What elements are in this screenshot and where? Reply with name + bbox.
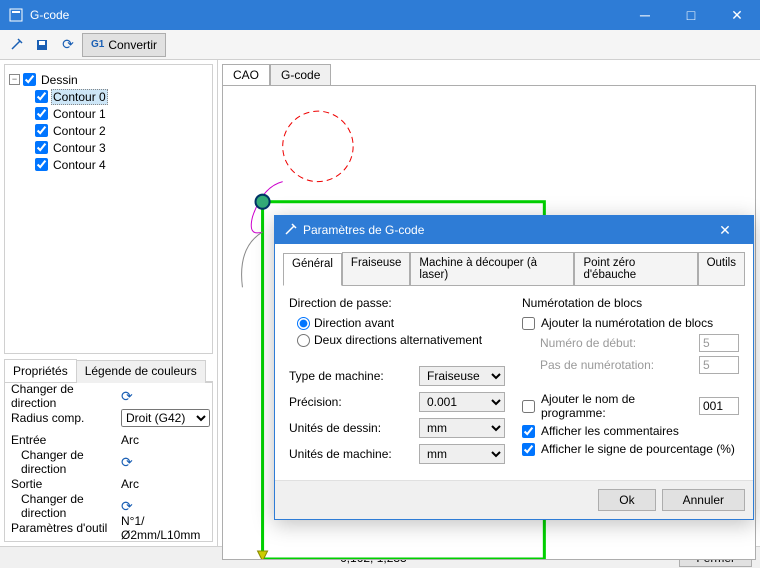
dialog-tab-zero[interactable]: Point zéro d'ébauche <box>574 252 697 285</box>
precision-label: Précision: <box>289 395 419 409</box>
prop-key: Changer de direction <box>7 492 117 520</box>
refresh-icon[interactable]: ⟳ <box>121 498 133 515</box>
tab-properties[interactable]: Propriétés <box>4 359 77 382</box>
check-label: Afficher les commentaires <box>541 424 679 438</box>
prop-key: Changer de direction <box>7 448 117 476</box>
minimize-button[interactable]: ─ <box>622 0 668 30</box>
refresh-icon[interactable]: ⟳ <box>121 388 133 405</box>
window-title: G-code <box>30 8 622 22</box>
machine-type-select[interactable]: Fraiseuse <box>419 366 505 386</box>
gear-icon <box>283 223 297 237</box>
prop-key: Changer de direction <box>7 382 117 410</box>
prop-key: Radius comp. <box>7 411 117 425</box>
settings-button[interactable] <box>4 33 28 57</box>
properties-panel: Changer de direction⟳ Radius comp.Droit … <box>4 382 213 542</box>
tree-item-check[interactable] <box>35 158 48 171</box>
prop-key: Paramètres d'outil <box>7 521 117 535</box>
dialog-close-button[interactable]: ✕ <box>705 222 745 239</box>
draw-units-label: Unités de dessin: <box>289 421 419 435</box>
add-prog-name-check[interactable] <box>522 400 535 413</box>
tree-item-check[interactable] <box>35 90 48 103</box>
direction-forward-radio[interactable] <box>297 317 310 330</box>
radius-comp-select[interactable]: Droit (G42) <box>121 409 210 427</box>
dialog-titlebar: Paramètres de G-code ✕ <box>275 216 753 244</box>
tree-item-label: Contour 0 <box>51 89 108 105</box>
main-titlebar: G-code ─ □ ✕ <box>0 0 760 30</box>
precision-select[interactable]: 0.001 <box>419 392 505 412</box>
tree-item-label: Contour 4 <box>51 157 108 173</box>
props-tabs: Propriétés Légende de couleurs <box>4 358 213 382</box>
cancel-button[interactable]: Annuler <box>662 489 745 511</box>
check-label: Afficher le signe de pourcentage (%) <box>541 442 735 456</box>
dialog-tabs: Général Fraiseuse Machine à découper (à … <box>283 252 745 286</box>
convert-icon: G1 <box>91 39 104 50</box>
machine-type-label: Type de machine: <box>289 369 419 383</box>
tree-item[interactable]: Contour 2 <box>35 122 208 139</box>
tree-item[interactable]: Contour 3 <box>35 139 208 156</box>
start-num-label: Numéro de début: <box>522 336 693 350</box>
refresh-button[interactable]: ⟳ <box>56 33 80 57</box>
machine-units-select[interactable]: mm <box>419 444 505 464</box>
save-button[interactable] <box>30 33 54 57</box>
tab-gcode[interactable]: G-code <box>270 64 331 85</box>
tree-item-check[interactable] <box>35 107 48 120</box>
prop-value: Arc <box>121 477 210 491</box>
tab-legend[interactable]: Légende de couleurs <box>76 360 206 383</box>
tree-item-label: Contour 3 <box>51 140 108 156</box>
radio-label: Direction avant <box>314 316 394 330</box>
check-label: Ajouter la numérotation de blocs <box>541 316 713 330</box>
tree-view[interactable]: − Dessin Contour 0 Contour 1 Contour 2 C… <box>4 64 213 354</box>
machine-units-label: Unités de machine: <box>289 447 419 461</box>
prog-name-input[interactable] <box>699 397 739 415</box>
ok-button[interactable]: Ok <box>598 489 655 511</box>
tree-root[interactable]: − Dessin <box>9 71 208 88</box>
tree-item[interactable]: Contour 1 <box>35 105 208 122</box>
convert-button[interactable]: G1 Convertir <box>82 33 166 57</box>
gcode-settings-dialog: Paramètres de G-code ✕ Général Fraiseuse… <box>274 215 754 520</box>
tree-item-label: Contour 2 <box>51 123 108 139</box>
start-num-input[interactable] <box>699 334 739 352</box>
dialog-tab-general[interactable]: Général <box>283 253 342 286</box>
close-button[interactable]: ✕ <box>714 0 760 30</box>
prop-key: Entrée <box>7 433 117 447</box>
dialog-title: Paramètres de G-code <box>303 223 705 237</box>
draw-units-select[interactable]: mm <box>419 418 505 438</box>
prop-value: Arc <box>121 433 210 447</box>
add-block-num-check[interactable] <box>522 317 535 330</box>
tree-item-check[interactable] <box>35 124 48 137</box>
pass-direction-label: Direction de passe: <box>289 296 506 310</box>
tree-item[interactable]: Contour 4 <box>35 156 208 173</box>
dialog-tab-laser[interactable]: Machine à découper (à laser) <box>410 252 574 285</box>
step-num-label: Pas de numérotation: <box>522 358 693 372</box>
tree-root-label: Dessin <box>39 72 80 88</box>
dialog-right-col: Numérotation de blocs Ajouter la numérot… <box>522 296 739 470</box>
step-num-input[interactable] <box>699 356 739 374</box>
toolbar: ⟳ G1 Convertir <box>0 30 760 60</box>
convert-label: Convertir <box>108 38 157 52</box>
collapse-icon[interactable]: − <box>9 74 20 85</box>
check-label: Ajouter le nom de programme: <box>541 392 693 420</box>
tree-item-label: Contour 1 <box>51 106 108 122</box>
show-percent-check[interactable] <box>522 443 535 456</box>
tree-item[interactable]: Contour 0 <box>35 88 208 105</box>
maximize-button[interactable]: □ <box>668 0 714 30</box>
dialog-left-col: Direction de passe: Direction avant Deux… <box>289 296 506 470</box>
app-icon <box>8 7 24 23</box>
radio-label: Deux directions alternativement <box>314 333 482 347</box>
block-num-label: Numérotation de blocs <box>522 296 739 310</box>
dialog-tab-tools[interactable]: Outils <box>698 252 745 285</box>
direction-alt-radio[interactable] <box>297 334 310 347</box>
prop-value: N°1/Ø2mm/L10mm <box>121 514 210 542</box>
prop-key: Sortie <box>7 477 117 491</box>
tree-item-check[interactable] <box>35 141 48 154</box>
refresh-icon[interactable]: ⟳ <box>121 454 133 471</box>
left-panel: − Dessin Contour 0 Contour 1 Contour 2 C… <box>0 60 218 546</box>
tree-root-check[interactable] <box>23 73 36 86</box>
tab-cao[interactable]: CAO <box>222 64 270 85</box>
show-comments-check[interactable] <box>522 425 535 438</box>
dialog-tab-mill[interactable]: Fraiseuse <box>342 252 411 285</box>
